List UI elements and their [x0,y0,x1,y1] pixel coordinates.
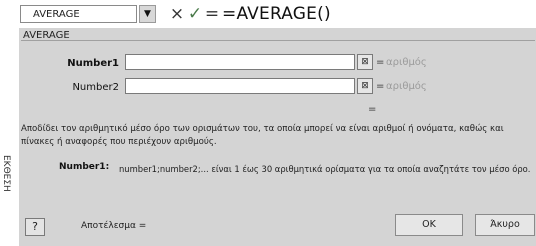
formula-result-equals: = [368,104,377,115]
number1-equals: = [376,57,385,68]
formula-input[interactable]: =AVERAGE() [222,3,331,25]
name-box[interactable]: AVERAGE [20,5,137,23]
chevron-down-icon: ▼ [144,9,151,19]
number1-collapse-button[interactable]: ⊠ [357,54,373,70]
help-button[interactable]: ? [25,218,45,236]
cancel-icon[interactable]: × [168,4,186,24]
number2-collapse-button[interactable]: ⊠ [357,78,373,94]
number2-input[interactable] [125,78,355,94]
enter-icon[interactable]: ✓ [186,4,204,24]
collapse-dialog-icon: ⊠ [361,57,369,67]
function-arguments-dialog: AVERAGE Number1 ⊠ = αριθμός Number2 ⊠ = … [18,28,536,246]
formula-result-label: Αποτέλεσμα = [81,221,147,231]
argument-help-text: number1;number2;... είναι 1 έως 30 αριθμ… [119,164,531,174]
formula-bar: AVERAGE ▼ × ✓ = =AVERAGE() [18,0,536,29]
number1-input[interactable] [125,54,355,70]
edit-formula-icon[interactable]: = [204,4,220,24]
ok-button[interactable]: OK [395,214,463,236]
argument-help-name: Number1: [59,162,110,172]
number2-label: Number2 [72,82,119,93]
side-strip-text: ΕΚΘΕΣΗ [1,154,11,192]
name-box-dropdown-button[interactable]: ▼ [139,5,156,23]
number1-label: Number1 [67,58,119,69]
function-description: Αποδίδει τον αριθμητικό μέσο όρο των ορι… [21,124,504,147]
help-icon: ? [32,220,38,233]
number1-value: αριθμός [386,57,427,68]
collapse-dialog-icon: ⊠ [361,81,369,91]
group-divider [21,40,535,41]
number2-equals: = [376,81,385,92]
number2-value: αριθμός [386,81,427,92]
cancel-button[interactable]: Άκυρο [475,214,535,236]
